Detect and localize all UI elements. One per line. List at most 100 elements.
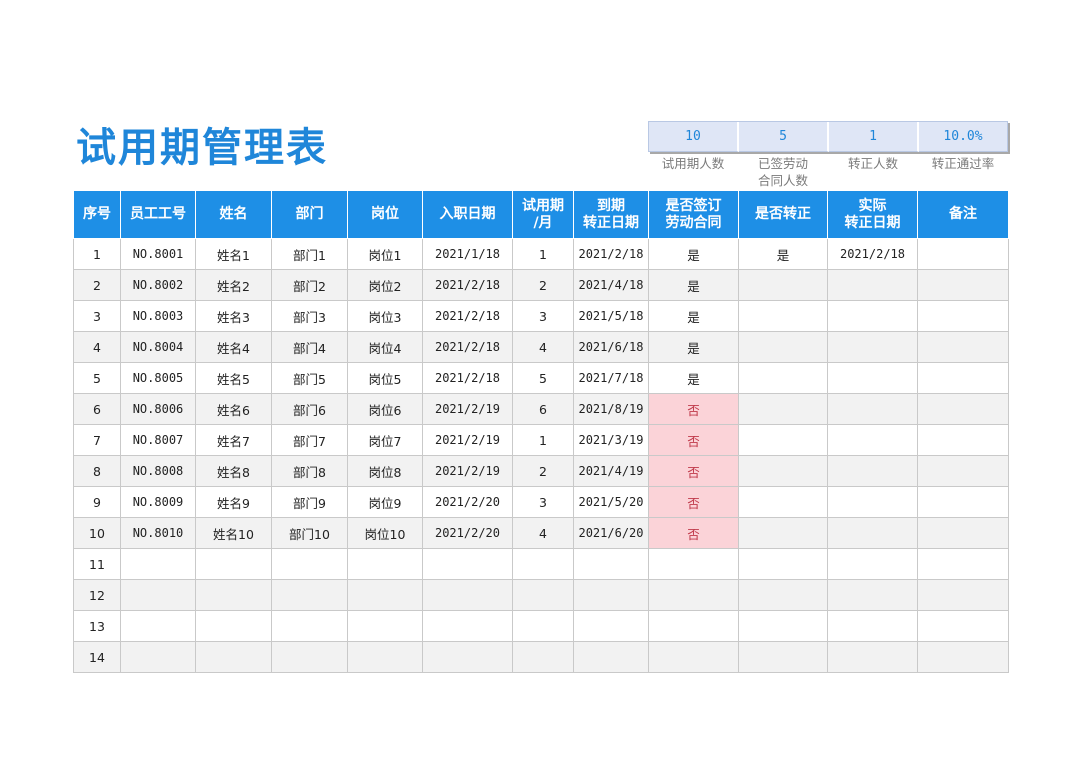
stat-pass-rate-value: 10.0% [919, 122, 1008, 152]
cell-department: 部门4 [271, 331, 348, 363]
cell-due-date [573, 610, 649, 642]
cell-actual-date: 2021/2/18 [827, 238, 918, 270]
cell-remarks [917, 455, 1009, 487]
table-row: 6 NO.8006 姓名6 部门6 岗位6 2021/2/19 6 2021/8/19 否 [73, 393, 1009, 425]
cell-contract-signed [648, 641, 739, 673]
table-row: 1 NO.8001 姓名1 部门1 岗位1 2021/1/18 1 2021/2/18 是是 20… [73, 238, 1009, 270]
cell-contract-signed: 是 [648, 331, 739, 363]
header-name: 姓名 [195, 190, 272, 239]
cell-contract-signed: 是 [648, 362, 739, 394]
cell-regularized [738, 486, 828, 518]
cell-employee-id: NO.8006 [120, 393, 196, 425]
cell-name: 姓名7 [195, 424, 272, 456]
cell-regularized [738, 517, 828, 549]
cell-department [271, 610, 348, 642]
cell-regularized [738, 269, 828, 301]
cell-name: 姓名8 [195, 455, 272, 487]
cell-actual-date [827, 455, 918, 487]
cell-seq: 6 [73, 393, 121, 425]
cell-employee-id: NO.8008 [120, 455, 196, 487]
cell-position: 岗位6 [347, 393, 423, 425]
cell-regularized [738, 610, 828, 642]
cell-name [195, 579, 272, 611]
stat-trial-count-value: 10 [649, 122, 739, 152]
stat-values: 10 5 1 10.0% [648, 121, 1008, 152]
cell-employee-id: NO.8009 [120, 486, 196, 518]
cell-position: 岗位2 [347, 269, 423, 301]
cell-remarks [917, 517, 1009, 549]
table-row: 12 [73, 579, 1009, 611]
cell-hire-date [422, 579, 513, 611]
cell-trial-months: 2 [512, 269, 574, 301]
cell-seq: 13 [73, 610, 121, 642]
cell-actual-date [827, 331, 918, 363]
cell-seq: 14 [73, 641, 121, 673]
header-position: 岗位 [347, 190, 423, 239]
cell-name [195, 548, 272, 580]
table-row: 13 [73, 610, 1009, 642]
cell-department: 部门10 [271, 517, 348, 549]
cell-trial-months: 1 [512, 238, 574, 270]
cell-due-date: 2021/8/19 [573, 393, 649, 425]
cell-position: 岗位1 [347, 238, 423, 270]
cell-seq: 2 [73, 269, 121, 301]
cell-department: 部门9 [271, 486, 348, 518]
cell-due-date: 2021/6/18 [573, 331, 649, 363]
cell-position: 岗位4 [347, 331, 423, 363]
cell-seq: 12 [73, 579, 121, 611]
cell-due-date: 2021/5/20 [573, 486, 649, 518]
table-row: 2 NO.8002 姓名2 部门2 岗位2 2021/2/18 2 2021/4/18 是 [73, 269, 1009, 301]
cell-employee-id: NO.8010 [120, 517, 196, 549]
cell-employee-id: NO.8002 [120, 269, 196, 301]
cell-hire-date [422, 610, 513, 642]
cell-hire-date: 2021/2/20 [422, 517, 513, 549]
cell-position: 岗位5 [347, 362, 423, 394]
cell-employee-id: NO.8004 [120, 331, 196, 363]
cell-due-date [573, 579, 649, 611]
cell-position: 岗位7 [347, 424, 423, 456]
cell-remarks [917, 393, 1009, 425]
cell-hire-date: 2021/2/20 [422, 486, 513, 518]
cell-trial-months: 3 [512, 486, 574, 518]
cell-trial-months [512, 610, 574, 642]
cell-trial-months: 4 [512, 331, 574, 363]
stat-trial-count-label: 试用期人数 [661, 156, 725, 171]
cell-actual-date [827, 424, 918, 456]
cell-regularized [738, 548, 828, 580]
cell-name: 姓名2 [195, 269, 272, 301]
cell-department: 部门1 [271, 238, 348, 270]
table-row: 14 [73, 641, 1009, 673]
cell-actual-date [827, 579, 918, 611]
cell-hire-date: 2021/2/19 [422, 424, 513, 456]
header-department: 部门 [271, 190, 348, 239]
page-title: 试用期管理表 [76, 125, 328, 171]
header-contract-signed: 是否签订 劳动合同 [648, 190, 739, 239]
cell-name [195, 610, 272, 642]
cell-regularized [738, 455, 828, 487]
cell-actual-date [827, 269, 918, 301]
cell-trial-months: 4 [512, 517, 574, 549]
cell-position: 岗位8 [347, 455, 423, 487]
cell-hire-date [422, 641, 513, 673]
cell-trial-months: 5 [512, 362, 574, 394]
cell-remarks [917, 362, 1009, 394]
cell-position: 岗位10 [347, 517, 423, 549]
cell-due-date: 2021/6/20 [573, 517, 649, 549]
cell-remarks [917, 579, 1009, 611]
cell-name: 姓名4 [195, 331, 272, 363]
cell-employee-id: NO.8003 [120, 300, 196, 332]
cell-regularized [738, 300, 828, 332]
cell-position [347, 641, 423, 673]
cell-hire-date: 2021/2/18 [422, 269, 513, 301]
cell-regularized [738, 579, 828, 611]
cell-actual-date [827, 548, 918, 580]
cell-contract-signed: 是 [648, 300, 739, 332]
table-row: 4 NO.8004 姓名4 部门4 岗位4 2021/2/18 4 2021/6/18 是 [73, 331, 1009, 363]
cell-actual-date [827, 300, 918, 332]
cell-seq: 1 [73, 238, 121, 270]
header-regularized: 是否转正 [738, 190, 828, 239]
cell-hire-date: 2021/2/18 [422, 362, 513, 394]
cell-contract-signed [648, 579, 739, 611]
cell-employee-id: NO.8001 [120, 238, 196, 270]
cell-position: 岗位3 [347, 300, 423, 332]
